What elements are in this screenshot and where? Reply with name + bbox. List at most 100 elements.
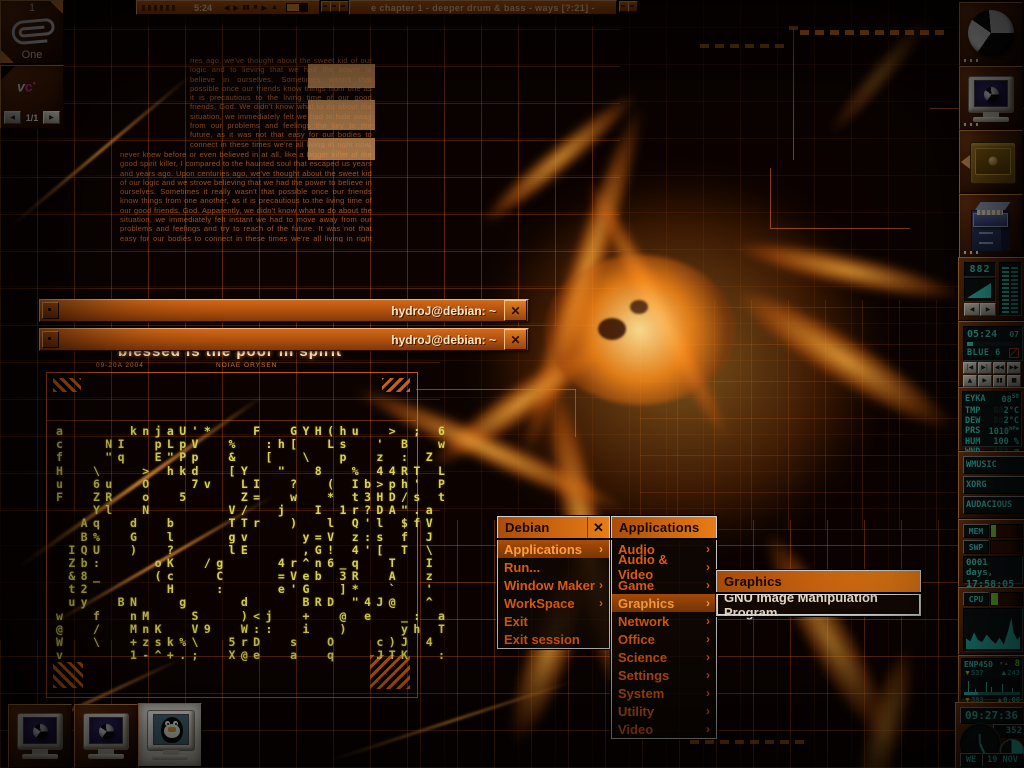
eject-button[interactable]: ▲ (963, 375, 977, 387)
menu-item-exit-session[interactable]: Exit session (498, 630, 609, 648)
song-title-bar[interactable]: e chapter 1 - deeper drum & bass - ways … (349, 0, 617, 15)
menu-item-workspace[interactable]: WorkSpace › (498, 594, 609, 612)
menu-item-system[interactable]: System› (612, 684, 716, 702)
clip-next-arrow[interactable] (50, 1, 63, 14)
menu-item-exit[interactable]: Exit (498, 612, 609, 630)
clock-dockapp[interactable]: 09:27:36 352 WE 19 NOV (955, 702, 1024, 768)
clock-time: 09:27:36 (965, 709, 1018, 722)
submenu-arrow-icon: › (706, 560, 710, 574)
menu-item-utility[interactable]: Utility› (612, 702, 716, 720)
miniwindow-terminal-2[interactable] (74, 704, 138, 768)
submenu-arrow-icon: › (706, 542, 710, 556)
pause-button[interactable]: ▮▮ (993, 375, 1007, 387)
app-list-dockapp[interactable]: WMUSIC XORG AUDACIOUS (958, 451, 1024, 519)
shade-minibox-5[interactable] (628, 1, 638, 12)
menu-item-network[interactable]: Network› (612, 612, 716, 630)
mixer-left-button[interactable]: ◀ (964, 303, 980, 316)
tux-monitor-icon (147, 710, 195, 760)
next-icon[interactable]: ▶ (262, 4, 267, 12)
menu-item-audio-video[interactable]: Audio & Video› (612, 558, 716, 576)
submenu-arrow-icon: › (599, 542, 603, 556)
wallpaper-paragraph-bottom: never knew before or even believed in at… (120, 150, 372, 242)
prev-icon[interactable]: ◀ (224, 4, 229, 12)
close-icon[interactable]: ✕ (504, 300, 527, 321)
terminal-titlebar-2[interactable]: hydroJ@debian: ~ ✕ (39, 328, 529, 351)
shade-minibox-3[interactable] (339, 1, 349, 12)
dock-tile-cabinet[interactable] (959, 194, 1023, 258)
net-down-rate: 537 (971, 669, 984, 677)
net-indicator: 8 (1015, 659, 1020, 669)
menu-close-icon[interactable]: ✕ (587, 517, 609, 538)
pager-right-button[interactable]: ▶ (43, 111, 60, 124)
menu-item-video[interactable]: Video› (612, 720, 716, 738)
volume-slider[interactable] (286, 3, 308, 12)
next-track-button[interactable]: ▶| (978, 362, 992, 374)
workspace-clip[interactable]: 1 One (0, 0, 64, 64)
swap-bar (990, 540, 1023, 554)
weather-time: 0850 (1002, 393, 1019, 405)
dock-tile-drawer[interactable] (959, 130, 1023, 194)
drawer-icon (970, 142, 1016, 184)
menu-item-graphics[interactable]: Graphics› (612, 594, 716, 612)
terminal-charmap[interactable]: a knjaU'* F GYH(hu > ; 6 c NI pLpV % :h[… (56, 424, 402, 661)
miniwindow-terminal-1[interactable] (8, 704, 72, 768)
menu-item-applications[interactable]: Applications › (498, 540, 609, 558)
wallpaper-paragraph-top: ries ago, we've thought about the sweet … (190, 56, 372, 148)
fast-forward-button[interactable]: ▶▶ (1007, 362, 1021, 374)
dock-tile-wmaker[interactable] (959, 2, 1023, 66)
play-icon[interactable]: ▶ (233, 4, 238, 12)
submenu-arrow-icon: › (706, 614, 710, 628)
pager-dockapp[interactable]: vc• ◀ 1/1 ▶ (0, 65, 64, 129)
menu-item-science[interactable]: Science› (612, 648, 716, 666)
stop-icon[interactable]: ■ (253, 4, 257, 11)
pause-icon[interactable]: ▮▮ (243, 4, 250, 11)
net-up-rate: 243 (1007, 669, 1020, 677)
menu-item-gimp[interactable]: GNU Image Manipulation Program (717, 594, 920, 615)
mixer-right-button[interactable]: ▶ (980, 303, 996, 316)
miniaturize-button[interactable] (42, 331, 59, 348)
menu-debian: Debian ✕ Applications › Run... Window Ma… (497, 516, 610, 649)
player-progress[interactable] (967, 342, 1019, 346)
net-dockapp[interactable]: ENP4S0 ▼▲ 8 ▼537 ▲243 ▼383 ▲0.00 (958, 655, 1024, 703)
rewind-button[interactable]: ◀◀ (993, 362, 1007, 374)
player-controls-bar[interactable]: 5:24 ◀ ▶ ▮▮ ■ ▶ ▲ (136, 0, 320, 15)
miniaturize-button[interactable] (42, 302, 59, 319)
cpu-dockapp[interactable]: CPU (958, 587, 1024, 655)
prev-track-button[interactable]: |◀ (963, 362, 977, 374)
miniwindow-tux[interactable] (138, 703, 202, 767)
menu-debian-title[interactable]: Debian ✕ (497, 516, 610, 539)
stop-button[interactable]: ■ (1007, 375, 1021, 387)
sysmon-dockapp[interactable]: MEM SWP 0001 days, 17:58:05 (958, 519, 1024, 587)
dock-tile-terminal[interactable] (959, 66, 1023, 130)
clock-date: 19 NOV (987, 755, 1018, 765)
swap-label: SWP (969, 543, 983, 552)
weather-station: EYKA (965, 394, 985, 404)
weather-hum: 100 % (993, 437, 1019, 447)
music-player-dockapp[interactable]: 05:24 07 BLUE 6 |◀ ▶| ◀◀ ▶▶ ▲ ▶ ▮▮ ■ (958, 321, 1024, 387)
close-icon[interactable]: ✕ (504, 329, 527, 350)
terminal-title: hydroJ@debian: ~ (59, 304, 504, 318)
workspace-name: One (1, 49, 63, 61)
wallpaper-slogan-date: 09-20A 2004 (96, 362, 144, 369)
terminal-title: hydroJ@debian: ~ (59, 333, 504, 347)
cpu-load-bar (990, 592, 1023, 606)
spectrum-analyzer (142, 5, 176, 11)
pager-left-button[interactable]: ◀ (4, 111, 21, 124)
menu-item-window-maker[interactable]: Window Maker › (498, 576, 609, 594)
menu-item-run[interactable]: Run... (498, 558, 609, 576)
menu-item-settings[interactable]: Settings› (612, 666, 716, 684)
menu-applications-title[interactable]: Applications (611, 516, 717, 539)
cpu-graph (963, 608, 1023, 652)
monitor-icon (968, 76, 1014, 122)
weather-dockapp[interactable]: EYKA 0850 TMP 882°C DEW 882°C PRS 1010hP… (958, 387, 1024, 451)
weather-prs: 1010 (989, 427, 1009, 437)
volume-wedge (967, 283, 991, 298)
eject-icon[interactable]: ▲ (271, 4, 278, 11)
submenu-arrow-icon: › (706, 686, 710, 700)
terminal-titlebar-1[interactable]: hydroJ@debian: ~ ✕ (39, 299, 529, 322)
mixer-dockapp[interactable]: 882 ◀ ▶ (958, 257, 1024, 321)
drawer-clip-arrow[interactable] (961, 155, 970, 169)
vu-meter (999, 262, 1022, 316)
play-button[interactable]: ▶ (978, 375, 992, 387)
menu-item-office[interactable]: Office› (612, 630, 716, 648)
